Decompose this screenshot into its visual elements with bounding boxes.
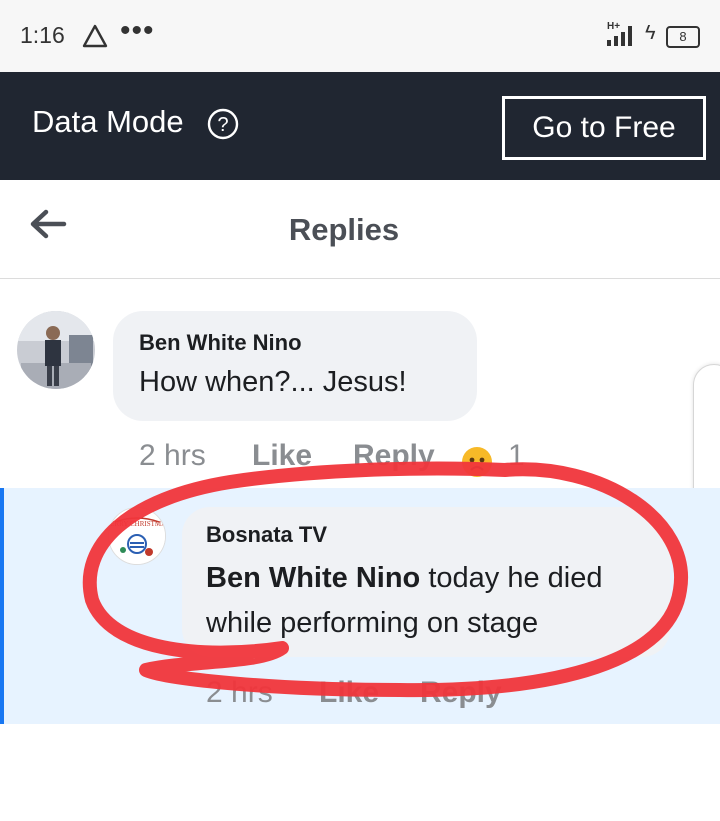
highlight-edge bbox=[0, 488, 4, 724]
data-mode-title: Data Mode bbox=[32, 104, 184, 139]
comment-text: How when?... Jesus! bbox=[139, 366, 407, 398]
reaction-count: 1 bbox=[508, 439, 525, 472]
mention-link[interactable]: Ben White Nino bbox=[206, 562, 420, 594]
reply-button[interactable]: Reply bbox=[353, 439, 435, 473]
page-title: Replies bbox=[288, 212, 400, 247]
more-dots-icon: ••• bbox=[120, 14, 155, 47]
question-circle-icon[interactable]: ? bbox=[207, 108, 239, 140]
reply-time: 2 hrs bbox=[206, 676, 273, 709]
comment-author[interactable]: Ben White Nino bbox=[139, 330, 302, 356]
christmas-avatar-image: MERRY CHRISTMAS bbox=[109, 508, 165, 564]
signal-icon: H+ bbox=[607, 21, 632, 46]
avatar-text: MERRY CHRISTMAS bbox=[109, 520, 165, 528]
comment-time: 2 hrs bbox=[139, 439, 206, 472]
avatar[interactable]: MERRY CHRISTMAS bbox=[108, 507, 166, 565]
reply-text: Ben White Nino today he died while perfo… bbox=[206, 556, 656, 646]
network-type-label: H+ bbox=[607, 21, 620, 32]
charging-bolt-icon: ϟ bbox=[645, 22, 656, 44]
reply-author[interactable]: Bosnata TV bbox=[206, 522, 327, 548]
warning-triangle-icon bbox=[82, 24, 108, 48]
avatar[interactable] bbox=[17, 311, 95, 389]
avatar-photo bbox=[17, 311, 95, 389]
status-bar: 1:16 ••• H+ ϟ 8 bbox=[0, 0, 720, 72]
reply-button[interactable]: Reply bbox=[420, 676, 502, 710]
svg-text:?: ? bbox=[217, 114, 228, 136]
go-to-free-button[interactable]: Go to Free bbox=[502, 96, 706, 160]
sad-face-icon[interactable] bbox=[461, 446, 493, 478]
battery-icon: 8 bbox=[666, 26, 700, 48]
status-time: 1:16 bbox=[20, 22, 65, 48]
like-button[interactable]: Like bbox=[319, 676, 379, 710]
like-button[interactable]: Like bbox=[252, 439, 312, 473]
